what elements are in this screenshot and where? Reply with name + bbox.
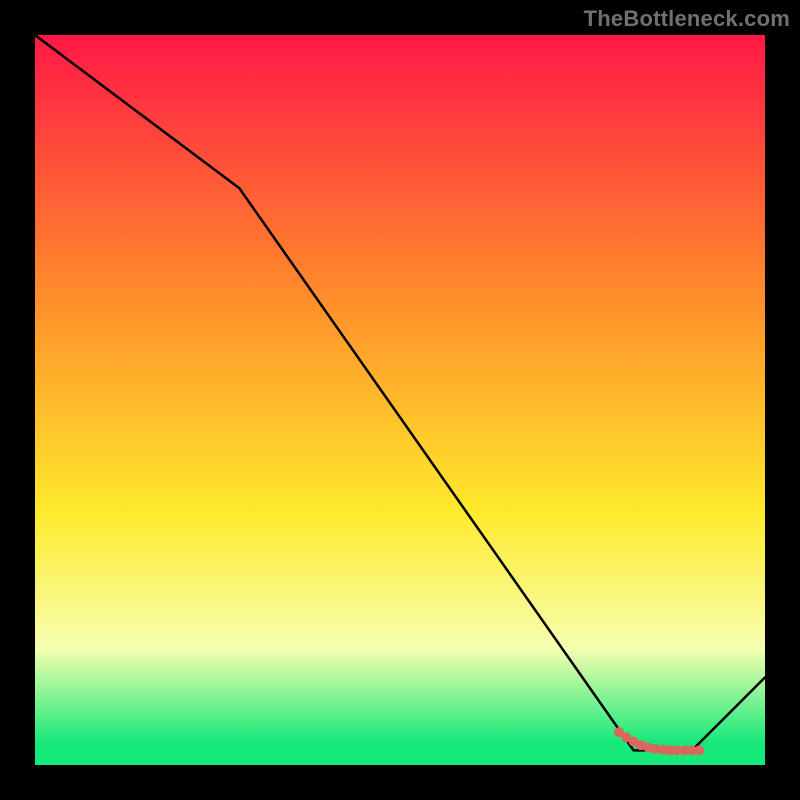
gradient-background: [35, 35, 765, 765]
plot-area: [35, 35, 765, 765]
watermark-label: TheBottleneck.com: [584, 6, 790, 32]
chart-svg: [35, 35, 765, 765]
marker-dot: [694, 745, 704, 755]
chart-stage: TheBottleneck.com: [0, 0, 800, 800]
